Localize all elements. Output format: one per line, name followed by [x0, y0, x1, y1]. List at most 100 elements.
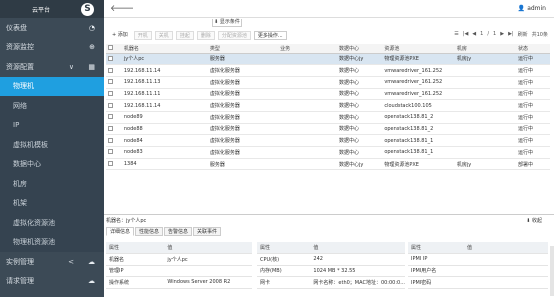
machine-table: 机器名 类型 业务 数据中心 资源池 机房 状态 jy个人pc 服务器 数据中心jy 物理资源池P…	[106, 44, 550, 171]
property-header-row: 属性值	[106, 242, 252, 254]
cell-type: 虚拟化服务器	[207, 99, 279, 112]
detail-table-2: 属性值 CPU(核) 242 内存(MB) 1024 MB * 32.55 网卡 网卡名称：…	[257, 242, 405, 289]
table-row[interactable]: node89 虚拟化服务器 数据中心 openstack138.81_2 运行中	[106, 111, 550, 124]
grid-icon: ▦	[88, 62, 95, 71]
row-checkbox[interactable]	[108, 67, 113, 73]
column-header[interactable]: 机器名	[121, 44, 208, 54]
pager-item[interactable]: 共10条	[532, 31, 548, 38]
table-row[interactable]: 1384 服务器 数据中心jy 物理资源池PXE 机房jy 部署中	[106, 158, 550, 171]
table-row[interactable]: node84 虚拟化服务器 数据中心 openstack138.81_1 运行中	[106, 134, 550, 147]
toolbar-button[interactable]: 挂起	[175, 31, 194, 40]
column-header[interactable]: 机房	[454, 44, 516, 54]
table-row[interactable]: 192.168.11.13 虚拟化服务器 数据中心 vmwaredriver_161.…	[106, 76, 550, 89]
row-checkbox[interactable]	[108, 79, 113, 85]
sidebar-item-0[interactable]: 物理机	[0, 76, 104, 96]
checkbox-cell[interactable]	[106, 76, 122, 89]
sidebar-item-5[interactable]: 机房	[0, 174, 104, 194]
property-value: 1024 MB * 32.55	[310, 265, 405, 277]
row-checkbox[interactable]	[108, 55, 113, 61]
pager-item[interactable]: |◀	[463, 31, 469, 38]
property-name: IPMI密码	[408, 276, 464, 289]
select-all-checkbox[interactable]	[108, 45, 113, 51]
tab-2[interactable]: 告警信息	[164, 227, 193, 236]
checkbox-cell[interactable]	[106, 134, 122, 147]
row-checkbox[interactable]	[108, 137, 113, 143]
row-checkbox[interactable]	[108, 102, 113, 108]
checkbox-cell[interactable]	[106, 64, 122, 77]
sidebar-item-8[interactable]: 物理机资源池	[0, 232, 104, 252]
row-checkbox[interactable]	[108, 161, 113, 167]
table-row[interactable]: node83 虚拟化服务器 数据中心 openstack138.81_1 运行中	[106, 146, 550, 159]
column-header[interactable]: 业务	[278, 44, 338, 54]
row-checkbox[interactable]	[108, 114, 113, 120]
column-header[interactable]: 类型	[207, 44, 279, 54]
sidebar-item-3[interactable]: 虚拟机模板	[0, 135, 104, 155]
sidebar-item-4[interactable]: 数据中心	[0, 154, 104, 174]
toolbar-button[interactable]: 删除	[196, 31, 215, 40]
table-row[interactable]: jy个人pc 服务器 数据中心jy 物理资源池PXE 机房jy 运行中	[106, 53, 550, 66]
pager-item[interactable]: 1	[480, 31, 483, 38]
tab-3[interactable]: 关联事件	[193, 227, 222, 236]
pager-item[interactable]: 1	[493, 31, 496, 38]
property-row: IPMI用户名	[408, 265, 548, 277]
pager-item[interactable]: ▶|	[508, 31, 514, 38]
sidebar-item-7[interactable]: 虚拟化资源池	[0, 213, 104, 233]
fold-button[interactable]: ⬇ 收起	[526, 217, 542, 224]
table-row[interactable]: 192.168.11.14 虚拟化服务器 数据中心 cloudstack100.105…	[106, 99, 550, 112]
toolbar-button[interactable]: 开机	[133, 31, 152, 40]
nav-item[interactable]: 实例管理 < ☁	[0, 252, 104, 272]
toolbar-button[interactable]: 关机	[154, 31, 173, 40]
checkbox-cell[interactable]	[106, 123, 122, 136]
cell-status: 运行中	[515, 111, 550, 124]
sidebar-item-2[interactable]: IP	[0, 115, 104, 135]
header-checkbox-cell[interactable]	[106, 44, 122, 54]
row-checkbox[interactable]	[108, 149, 113, 155]
checkbox-cell[interactable]	[106, 88, 122, 101]
nav-item[interactable]: 仪表盘 ◔	[0, 18, 104, 38]
table-row[interactable]: 192.168.11.14 虚拟化服务器 数据中心 vmwaredriver_161.…	[106, 64, 550, 77]
row-checkbox[interactable]	[108, 90, 113, 96]
column-header[interactable]: 数据中心	[337, 44, 383, 54]
column-header[interactable]: 资源池	[382, 44, 455, 54]
sidebar-item-6[interactable]: 机架	[0, 193, 104, 213]
cell-pool: vmwaredriver_161.252	[382, 88, 455, 101]
toolbar-button[interactable]: 分配资源池	[217, 31, 251, 40]
table-row[interactable]: 192.168.11.11 虚拟化服务器 数据中心 vmwaredriver_161.…	[106, 88, 550, 101]
cell-dc: 数据中心	[337, 134, 383, 147]
show-conditions-button[interactable]: ⬇ 显示条件	[212, 19, 242, 27]
user-menu[interactable]: 👤 admin	[518, 5, 546, 12]
cloud-icon: ☁	[88, 277, 95, 286]
nav-item[interactable]: 资源监控 ⊕	[0, 38, 104, 58]
sidebar-item-1[interactable]: 网络	[0, 96, 104, 116]
tab-0[interactable]: 详细信息	[106, 227, 135, 236]
sidebar: 云平台 S 仪表盘 ◔ 资源监控 ⊕ 资源配置 ∨ ▦ 物理机 网络 IP 虚拟机模板 数据中心 机房…	[0, 0, 104, 297]
row-checkbox[interactable]	[108, 125, 113, 131]
pager-item[interactable]: ◀	[472, 31, 476, 38]
back-arrow-icon[interactable]: 🡐	[110, 3, 134, 14]
detail-scrollbar[interactable]	[550, 246, 554, 296]
checkbox-cell[interactable]	[106, 53, 122, 66]
checkbox-cell[interactable]	[106, 146, 122, 159]
cell-dc: 数据中心	[337, 123, 383, 136]
pager-item[interactable]: ▶	[500, 31, 504, 38]
property-row: 操作系统 Windows Server 2008 R2	[106, 276, 252, 289]
nav-item[interactable]: 请求管理 ☁	[0, 272, 104, 292]
pager-item[interactable]: ☰	[454, 31, 458, 38]
pager-item[interactable]: /	[487, 31, 489, 38]
add-button[interactable]: + 添加	[109, 31, 131, 40]
cell-biz	[278, 146, 338, 159]
nav-item[interactable]: 资源配置 ∨ ▦	[0, 57, 104, 77]
cell-room	[454, 76, 516, 89]
checkbox-cell[interactable]	[106, 111, 122, 124]
tab-1[interactable]: 性能信息	[135, 227, 164, 236]
column-header[interactable]: 状态	[515, 44, 550, 54]
property-name: IPMI用户名	[408, 265, 464, 277]
table-row[interactable]: node88 虚拟化服务器 数据中心 openstack138.81_2 运行中	[106, 123, 550, 136]
property-name: IPMI IP	[408, 253, 464, 266]
cell-biz	[278, 76, 338, 89]
checkbox-cell[interactable]	[106, 99, 122, 112]
cell-dc: 数据中心	[337, 88, 383, 101]
more-actions-button[interactable]: 更多操作...	[253, 31, 287, 40]
pager-item[interactable]: 刷新	[518, 31, 528, 38]
checkbox-cell[interactable]	[106, 158, 122, 171]
